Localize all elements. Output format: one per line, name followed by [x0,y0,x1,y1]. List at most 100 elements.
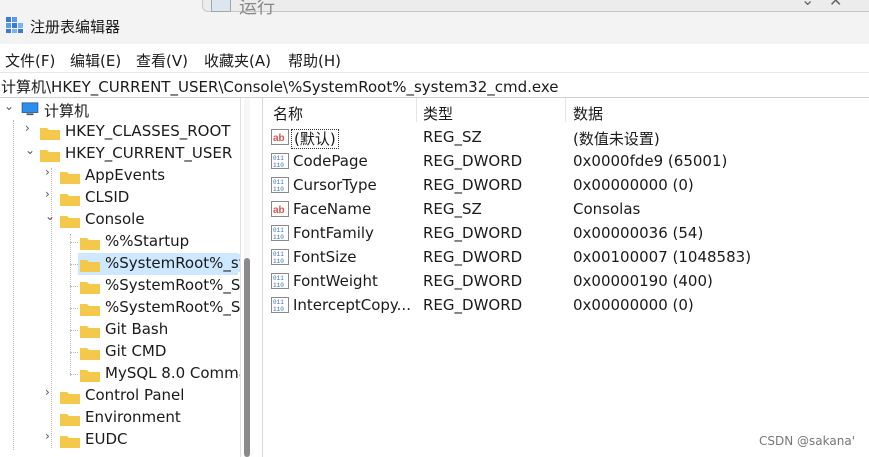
chevron-down-icon[interactable]: ⌄ [801,0,814,9]
tree-node-mysql[interactable]: MySQL 8.0 Comma [0,363,240,385]
value-type: REG_DWORD [423,272,523,290]
tree-node-label: Environment [85,408,181,426]
folder-icon [80,326,100,338]
svg-text:110: 110 [273,186,284,193]
value-name: InterceptCopy... [293,296,411,314]
value-name: FaceName [293,200,372,218]
folder-icon [80,304,100,316]
menu-view[interactable]: 查看(V) [136,50,188,71]
column-header-data[interactable]: 数据 [573,103,603,124]
tree-node-systemroot-2[interactable]: %SystemRoot%_S [0,275,240,297]
folder-icon [60,436,80,448]
folder-icon [60,216,80,228]
value-name: CodePage [293,152,368,170]
value-data: 0x00000000 (0) [573,176,694,194]
value-row[interactable]: 011 110 InterceptCopy... REG_DWORD 0x000… [263,293,869,317]
menu-edit[interactable]: 编辑(E) [70,50,121,71]
value-row[interactable]: 011 110 CursorType REG_DWORD 0x00000000 … [263,173,869,197]
tree-node-computer[interactable]: ⌄ 计算机 [0,99,240,121]
value-name: CursorType [293,176,377,194]
column-separator[interactable] [565,98,566,122]
address-bar[interactable]: 计算机\HKEY_CURRENT_USER\Console\%SystemRoo… [0,72,869,98]
svg-text:011: 011 [273,227,284,234]
value-row[interactable]: 011 110 FontSize REG_DWORD 0x00100007 (1… [263,245,869,269]
tree-node-label: %SystemRoot%_sy [105,254,240,272]
value-name: FontSize [293,248,357,266]
tree-node-systemroot-cmd[interactable]: %SystemRoot%_sy [0,253,240,275]
tree-node-label: Console [85,210,145,228]
chevron-down-icon[interactable]: ⌄ [4,99,16,113]
tree-node-label: Git Bash [105,320,169,338]
tree-scrollbar-thumb[interactable] [244,258,250,457]
value-row[interactable]: 011 110 FontFamily REG_DWORD 0x00000036 … [263,221,869,245]
svg-text:ab: ab [273,133,285,144]
chevron-right-icon[interactable]: › [25,121,37,135]
folder-icon [80,238,100,250]
menu-favorites[interactable]: 收藏夹(A) [204,50,271,71]
tree-node-systemroot-3[interactable]: %SystemRoot%_S [0,297,240,319]
chevron-right-icon[interactable]: › [45,187,57,201]
tree-node-git-bash[interactable]: Git Bash [0,319,240,341]
value-data: 0x00000000 (0) [573,296,694,314]
tree-scrollbar[interactable] [244,98,250,457]
chevron-down-icon[interactable]: ⌄ [45,209,57,223]
values-list: 名称 类型 数据 ab (默认) REG_SZ (数值未设置) 011 110 … [263,98,869,457]
tree-node-label: Control Panel [85,386,185,404]
folder-icon [60,172,80,184]
watermark: CSDN @sakana' [759,434,855,448]
tree-node-git-cmd[interactable]: Git CMD [0,341,240,363]
menu-help[interactable]: 帮助(H) [288,50,341,71]
registry-tree: ⌄ 计算机 › HKEY_CLASSES_ROOT ⌄ HKEY_CURRENT… [0,98,241,457]
tree-node-label: AppEvents [85,166,166,184]
svg-text:110: 110 [273,258,284,265]
value-row[interactable]: 011 110 FontWeight REG_DWORD 0x00000190 … [263,269,869,293]
tree-node-label: Git CMD [105,342,167,360]
value-data: 0x00000036 (54) [573,224,704,242]
folder-icon [60,194,80,206]
value-row[interactable]: 011 110 CodePage REG_DWORD 0x0000fde9 (6… [263,149,869,173]
chevron-right-icon[interactable]: › [45,429,57,443]
svg-text:110: 110 [273,162,284,169]
tree-node-label: %SystemRoot%_S [105,298,241,316]
value-type: REG_SZ [423,128,482,146]
column-header-type[interactable]: 类型 [423,103,453,124]
column-separator[interactable] [416,98,417,122]
tree-node-label: CLSID [85,188,130,206]
address-path[interactable]: 计算机\HKEY_CURRENT_USER\Console\%SystemRoo… [1,76,559,97]
svg-text:110: 110 [273,306,284,313]
folder-icon [40,150,60,162]
column-header-name[interactable]: 名称 [273,103,303,124]
chevron-right-icon[interactable]: › [45,165,57,179]
tree-node-control-panel[interactable]: › Control Panel [0,385,240,407]
tree-node-clsid[interactable]: › CLSID [0,187,240,209]
value-type: REG_DWORD [423,248,523,266]
value-row[interactable]: ab FaceName REG_SZ Consolas [263,197,869,221]
tree-node-console[interactable]: ⌄ Console [0,209,240,231]
chevron-down-icon[interactable]: ⌄ [25,143,37,157]
chevron-right-icon[interactable]: › [45,385,57,399]
binary-value-icon: 011 110 [271,249,289,265]
value-data: 0x0000fde9 (65001) [573,152,728,170]
menu-file[interactable]: 文件(F) [5,50,55,71]
string-value-icon: ab [271,201,289,217]
tree-node-appevents[interactable]: › AppEvents [0,165,240,187]
value-type: REG_DWORD [423,176,523,194]
tree-node-startup[interactable]: %%Startup [0,231,240,253]
value-data: 0x00000190 (400) [573,272,713,290]
tree-node-label: 计算机 [44,102,90,120]
svg-text:011: 011 [273,155,284,162]
folder-icon [80,282,100,294]
value-type: REG_DWORD [423,224,523,242]
value-row[interactable]: ab (默认) REG_SZ (数值未设置) [263,125,869,149]
folder-icon [40,128,60,140]
value-data: (数值未设置) [573,130,660,148]
svg-text:011: 011 [273,299,284,306]
tree-node-hkcu[interactable]: ⌄ HKEY_CURRENT_USER [0,143,240,165]
tree-node-label: MySQL 8.0 Comma [105,364,241,382]
folder-icon [60,414,80,426]
tree-node-environment[interactable]: Environment [0,407,240,429]
tree-node-eudc[interactable]: › EUDC [0,429,240,451]
close-icon[interactable]: ✕ [829,0,842,10]
folder-icon [80,348,100,360]
tree-node-hkcr[interactable]: › HKEY_CLASSES_ROOT [0,121,240,143]
